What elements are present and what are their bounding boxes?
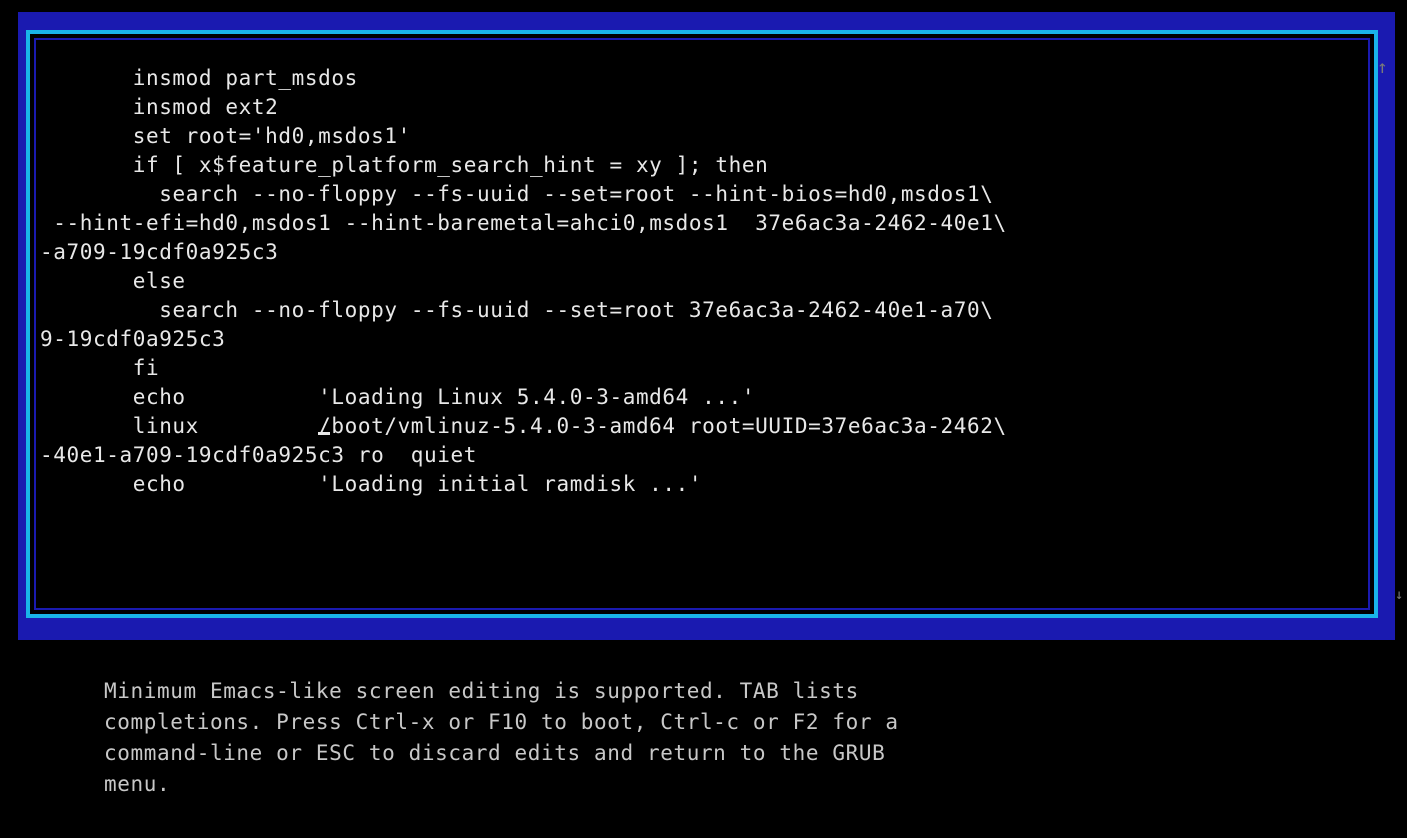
- editor-line[interactable]: fi: [40, 354, 1007, 383]
- editor-help-text: Minimum Emacs-like screen editing is sup…: [104, 676, 899, 800]
- help-line: completions. Press Ctrl-x or F10 to boot…: [104, 710, 899, 734]
- help-line: Minimum Emacs-like screen editing is sup…: [104, 679, 859, 703]
- editor-line[interactable]: insmod ext2: [40, 93, 1007, 122]
- help-line: menu.: [104, 772, 171, 796]
- editor-line[interactable]: -a709-19cdf0a925c3: [40, 238, 1007, 267]
- editor-line[interactable]: search --no-floppy --fs-uuid --set=root …: [40, 296, 1007, 325]
- editor-line[interactable]: search --no-floppy --fs-uuid --set=root …: [40, 180, 1007, 209]
- grub-edit-screen: insmod part_msdos insmod ext2 set root='…: [0, 0, 1407, 838]
- editor-line[interactable]: --hint-efi=hd0,msdos1 --hint-baremetal=a…: [40, 209, 1007, 238]
- scroll-up-arrow-icon: ↑: [1377, 57, 1388, 78]
- text-cursor: [318, 432, 331, 435]
- editor-line[interactable]: insmod part_msdos: [40, 64, 1007, 93]
- editor-line[interactable]: set root='hd0,msdos1': [40, 122, 1007, 151]
- editor-line[interactable]: else: [40, 267, 1007, 296]
- line-text: 9-19cdf0a925c3: [40, 327, 226, 351]
- boot-entry-editor[interactable]: insmod part_msdos insmod ext2 set root='…: [26, 30, 1378, 618]
- help-line: command-line or ESC to discard edits and…: [104, 741, 886, 765]
- editor-line[interactable]: echo 'Loading Linux 5.4.0-3-amd64 ...': [40, 383, 1007, 412]
- editor-band: insmod part_msdos insmod ext2 set root='…: [18, 12, 1395, 640]
- line-text: --hint-efi=hd0,msdos1 --hint-baremetal=a…: [53, 211, 1007, 235]
- line-text: echo 'Loading Linux 5.4.0-3-amd64 ...': [132, 385, 756, 409]
- editor-line[interactable]: echo 'Loading initial ramdisk ...': [40, 470, 1007, 499]
- line-text: insmod ext2: [132, 95, 279, 119]
- line-text: search --no-floppy --fs-uuid --set=root …: [159, 182, 994, 206]
- editor-line-with-cursor[interactable]: linux /boot/vmlinuz-5.4.0-3-amd64 root=U…: [40, 412, 1007, 441]
- line-text: if [ x$feature_platform_search_hint = xy…: [132, 153, 769, 177]
- line-text: echo 'Loading initial ramdisk ...': [132, 472, 703, 496]
- line-text: else: [132, 269, 186, 293]
- scroll-down-arrow-icon: ↓: [1395, 587, 1404, 603]
- line-text: linux /boot/vmlinuz-5.4.0-3-amd64 root=U…: [132, 414, 1007, 438]
- line-text: -40e1-a709-19cdf0a925c3 ro quiet: [40, 443, 478, 467]
- editor-line[interactable]: if [ x$feature_platform_search_hint = xy…: [40, 151, 1007, 180]
- line-text: fi: [132, 356, 160, 380]
- line-text: search --no-floppy --fs-uuid --set=root …: [159, 298, 994, 322]
- editor-inner-border: insmod part_msdos insmod ext2 set root='…: [34, 38, 1370, 610]
- line-text: set root='hd0,msdos1': [132, 124, 411, 148]
- editor-line[interactable]: -40e1-a709-19cdf0a925c3 ro quiet: [40, 441, 1007, 470]
- line-text: -a709-19cdf0a925c3: [40, 240, 279, 264]
- editor-lines[interactable]: insmod part_msdos insmod ext2 set root='…: [40, 64, 1007, 499]
- editor-line[interactable]: 9-19cdf0a925c3: [40, 325, 1007, 354]
- line-text: insmod part_msdos: [132, 66, 358, 90]
